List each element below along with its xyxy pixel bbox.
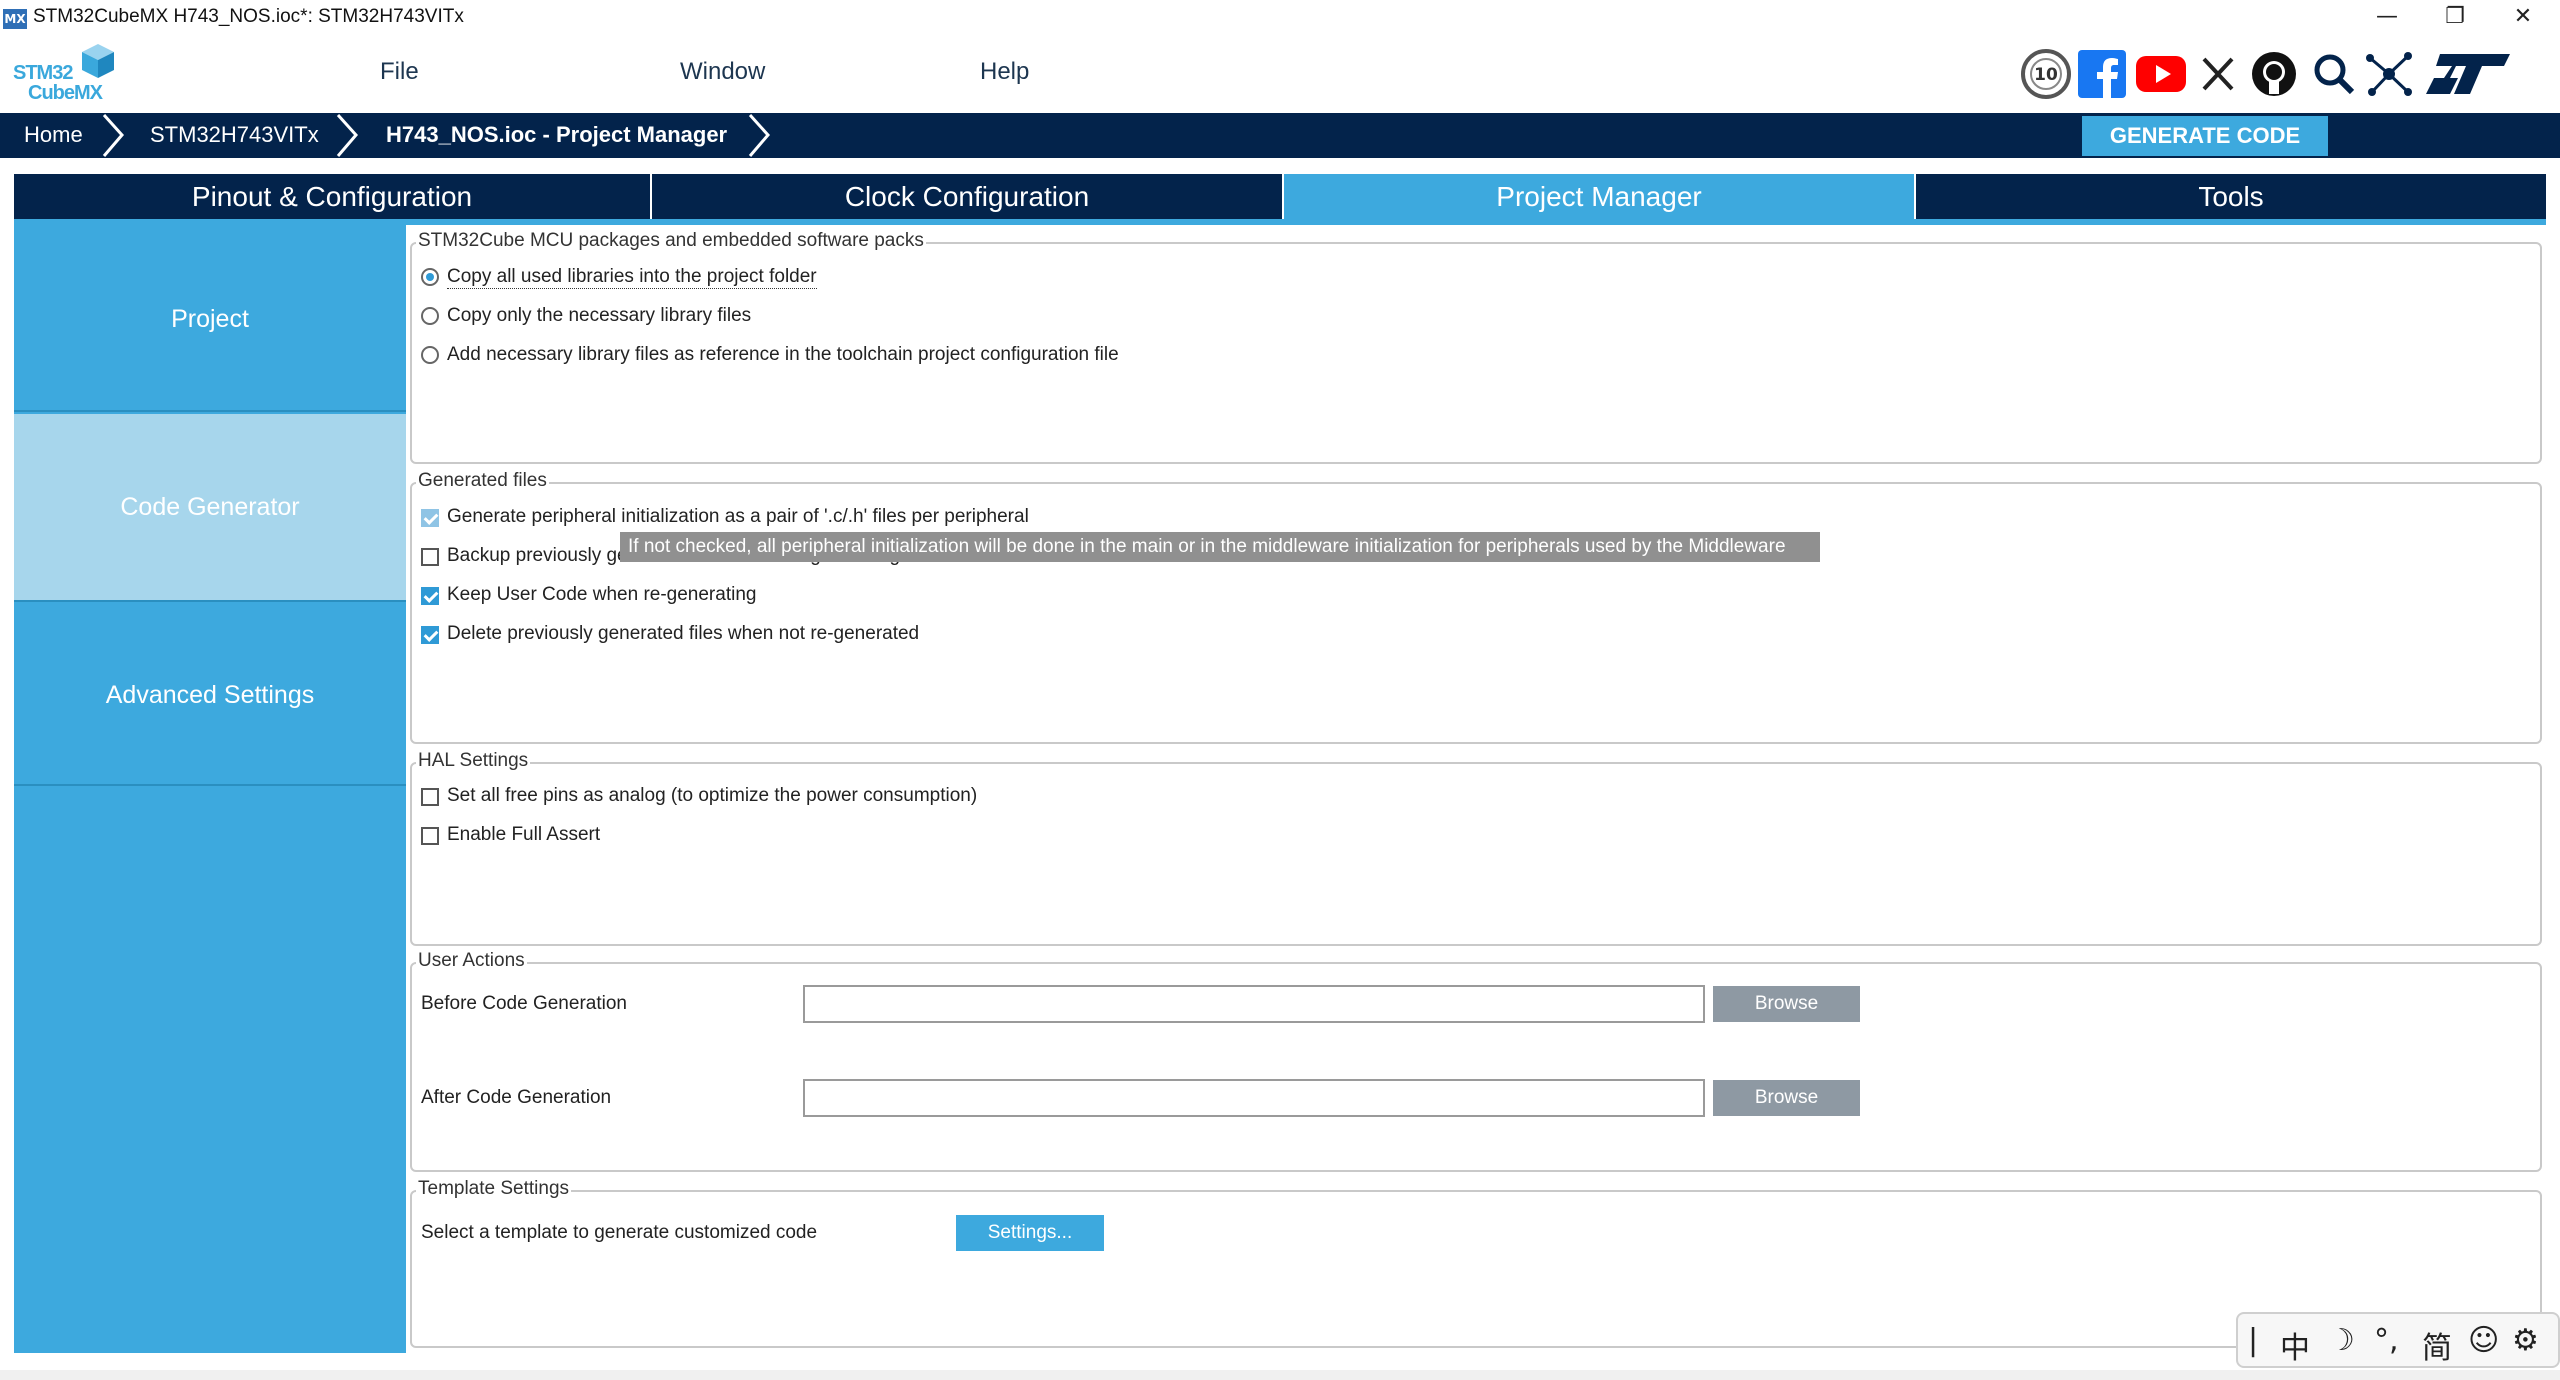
menu-file[interactable]: File <box>380 58 419 86</box>
menu-help[interactable]: Help <box>980 58 1029 86</box>
sidebar-item-project[interactable]: Project <box>14 228 406 410</box>
sidebar-divider <box>14 784 406 786</box>
free-pins-analog-checkbox[interactable] <box>421 788 439 806</box>
tab-pinout-configuration[interactable]: Pinout & Configuration <box>14 174 650 220</box>
before-generation-input[interactable] <box>803 985 1705 1023</box>
breadcrumb-chevron-icon <box>744 113 774 158</box>
add-reference-libraries-radio[interactable] <box>421 346 439 364</box>
ime-emoji-icon[interactable]: ☺ <box>2468 1323 2499 1358</box>
close-button[interactable]: ✕ <box>2486 0 2560 36</box>
ime-chinese-mode-icon[interactable]: 中 <box>2280 1323 2310 1367</box>
free-pins-analog-label[interactable]: Set all free pins as analog (to optimize… <box>447 785 977 807</box>
generate-code-button[interactable]: GENERATE CODE <box>2082 116 2328 156</box>
tab-clock-configuration[interactable]: Clock Configuration <box>652 174 1282 220</box>
breadcrumb-chevron-icon <box>98 113 128 158</box>
generated-files-legend: Generated files <box>416 470 549 492</box>
ime-settings-icon[interactable]: ⚙ <box>2512 1323 2539 1358</box>
ime-punctuation-icon[interactable]: °, <box>2374 1323 2399 1358</box>
anniversary-10-icon[interactable]: 10 <box>2020 48 2072 100</box>
github-icon[interactable] <box>2250 50 2298 98</box>
before-generation-browse-button[interactable]: Browse <box>1713 986 1860 1022</box>
sidebar-divider <box>14 410 406 412</box>
template-settings-group <box>410 1190 2542 1348</box>
ime-simplified-icon[interactable]: 简 <box>2422 1323 2452 1367</box>
window-title: STM32CubeMX H743_NOS.ioc*: STM32H743VITx <box>33 6 464 27</box>
copy-all-libraries-label[interactable]: Copy all used libraries into the project… <box>447 266 817 289</box>
copy-all-libraries-radio[interactable] <box>421 268 439 286</box>
logo-text-cubemx: CubeMX <box>28 82 103 104</box>
after-generation-input[interactable] <box>803 1079 1705 1117</box>
minimize-button[interactable]: — <box>2350 0 2424 36</box>
copy-necessary-libraries-label[interactable]: Copy only the necessary library files <box>447 305 751 327</box>
menu-window[interactable]: Window <box>680 58 765 86</box>
breadcrumb-device[interactable]: STM32H743VITx <box>150 122 319 148</box>
copy-necessary-libraries-radio[interactable] <box>421 307 439 325</box>
after-generation-label: After Code Generation <box>421 1087 612 1108</box>
packs-group-legend: STM32Cube MCU packages and embedded soft… <box>416 230 926 252</box>
before-generation-label: Before Code Generation <box>421 993 627 1014</box>
youtube-icon[interactable] <box>2136 54 2188 94</box>
keep-user-code-label[interactable]: Keep User Code when re-generating <box>447 584 756 606</box>
svg-text:10: 10 <box>2034 65 2058 85</box>
full-assert-label[interactable]: Enable Full Assert <box>447 824 600 846</box>
keep-user-code-checkbox[interactable] <box>421 587 439 605</box>
breadcrumb-chevron-icon <box>332 113 362 158</box>
tab-project-manager[interactable]: Project Manager <box>1284 174 1914 220</box>
st-logo-icon[interactable] <box>2424 50 2512 98</box>
template-settings-legend: Template Settings <box>416 1178 572 1200</box>
x-icon[interactable] <box>2198 54 2238 94</box>
breadcrumb-current[interactable]: H743_NOS.ioc - Project Manager <box>386 122 727 148</box>
tab-tools[interactable]: Tools <box>1916 174 2546 220</box>
template-settings-label: Select a template to generate customized… <box>421 1222 818 1243</box>
search-icon[interactable] <box>2312 52 2356 96</box>
delete-previous-files-label[interactable]: Delete previously generated files when n… <box>447 623 919 645</box>
generate-peripheral-pair-checkbox[interactable] <box>421 509 439 527</box>
app-icon: MX <box>3 9 27 29</box>
hal-settings-legend: HAL Settings <box>416 750 531 772</box>
sidebar-item-code-generator[interactable]: Code Generator <box>14 414 406 600</box>
network-icon[interactable] <box>2364 50 2414 98</box>
restore-button[interactable]: ❐ <box>2418 0 2492 36</box>
full-assert-checkbox[interactable] <box>421 827 439 845</box>
after-generation-browse-button[interactable]: Browse <box>1713 1080 1860 1116</box>
breadcrumb-home[interactable]: Home <box>24 122 83 148</box>
peripheral-init-tooltip: If not checked, all peripheral initializ… <box>620 532 1820 562</box>
delete-previous-files-checkbox[interactable] <box>421 626 439 644</box>
user-actions-legend: User Actions <box>416 950 527 972</box>
generate-peripheral-pair-label[interactable]: Generate peripheral initialization as a … <box>447 506 1029 528</box>
backup-generated-files-checkbox[interactable] <box>421 548 439 566</box>
cube-logo-icon <box>80 42 116 80</box>
template-settings-button[interactable]: Settings... <box>956 1215 1104 1251</box>
sidebar-item-advanced-settings[interactable]: Advanced Settings <box>14 602 406 788</box>
window-bottom-edge <box>0 1370 2560 1380</box>
ime-moon-icon[interactable]: ☽ <box>2328 1323 2355 1358</box>
facebook-icon[interactable] <box>2078 50 2128 98</box>
add-reference-libraries-label[interactable]: Add necessary library files as reference… <box>447 344 1119 366</box>
ime-grip-icon[interactable]: | <box>2248 1323 2258 1358</box>
